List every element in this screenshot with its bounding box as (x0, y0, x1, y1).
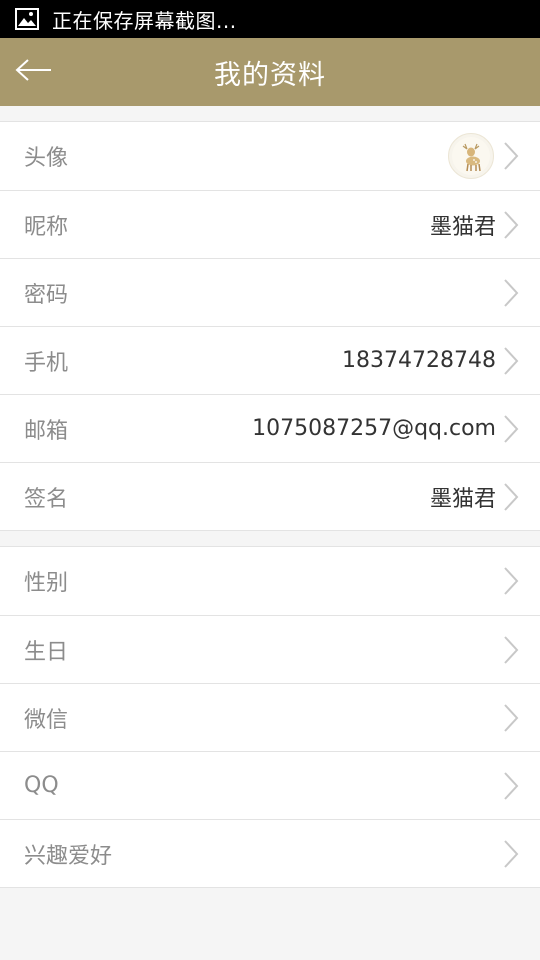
page-title: 我的资料 (214, 59, 326, 91)
back-button[interactable] (14, 52, 54, 92)
row-hobbies[interactable]: 兴趣爱好 (0, 819, 540, 887)
chevron-right-icon (502, 701, 520, 735)
status-text: 正在保存屏幕截图... (52, 8, 237, 33)
row-value: 18374728748 (342, 348, 496, 373)
arrow-left-icon (15, 58, 53, 86)
row-avatar[interactable]: 头像 (0, 122, 540, 190)
avatar (448, 133, 494, 179)
profile-content: 头像 昵称 墨猫君 密码 手机 18374728748 邮箱 107508725… (0, 106, 540, 960)
status-bar: 正在保存屏幕截图... (0, 0, 540, 38)
row-value: 墨猫君 (429, 214, 496, 240)
row-label: 昵称 (24, 214, 69, 240)
row-password[interactable]: 密码 (0, 258, 540, 326)
image-icon (14, 7, 40, 31)
row-wechat[interactable]: 微信 (0, 683, 540, 751)
row-label: 性别 (24, 571, 69, 596)
row-label: 微信 (24, 707, 69, 733)
row-email[interactable]: 邮箱 1075087257@qq.com (0, 394, 540, 462)
header-bar: 我的资料 (0, 38, 540, 106)
row-label: 生日 (24, 639, 69, 665)
chevron-right-icon (502, 633, 520, 667)
chevron-right-icon (502, 344, 520, 378)
row-value: 1075087257@qq.com (252, 416, 496, 441)
chevron-right-icon (502, 480, 520, 514)
row-label: 手机 (24, 350, 69, 376)
row-label: 兴趣爱好 (24, 843, 113, 869)
chevron-right-icon (502, 769, 520, 803)
chevron-right-icon (502, 412, 520, 446)
row-label: 签名 (24, 486, 69, 512)
row-signature[interactable]: 签名 墨猫君 (0, 462, 540, 530)
row-nickname[interactable]: 昵称 墨猫君 (0, 190, 540, 258)
profile-group-extra: 性别 生日 微信 QQ 兴趣爱好 (0, 546, 540, 888)
profile-group-basic: 头像 昵称 墨猫君 密码 手机 18374728748 邮箱 107508725… (0, 121, 540, 531)
row-label: 头像 (24, 146, 69, 171)
row-value: 墨猫君 (429, 486, 496, 512)
row-label: 密码 (24, 282, 69, 308)
row-birthday[interactable]: 生日 (0, 615, 540, 683)
chevron-right-icon (502, 564, 520, 598)
row-phone[interactable]: 手机 18374728748 (0, 326, 540, 394)
chevron-right-icon (502, 276, 520, 310)
chevron-right-icon (502, 139, 520, 173)
chevron-right-icon (502, 208, 520, 242)
row-label: QQ (24, 773, 59, 798)
row-qq[interactable]: QQ (0, 751, 540, 819)
row-gender[interactable]: 性别 (0, 547, 540, 615)
row-label: 邮箱 (24, 418, 69, 444)
chevron-right-icon (502, 837, 520, 871)
